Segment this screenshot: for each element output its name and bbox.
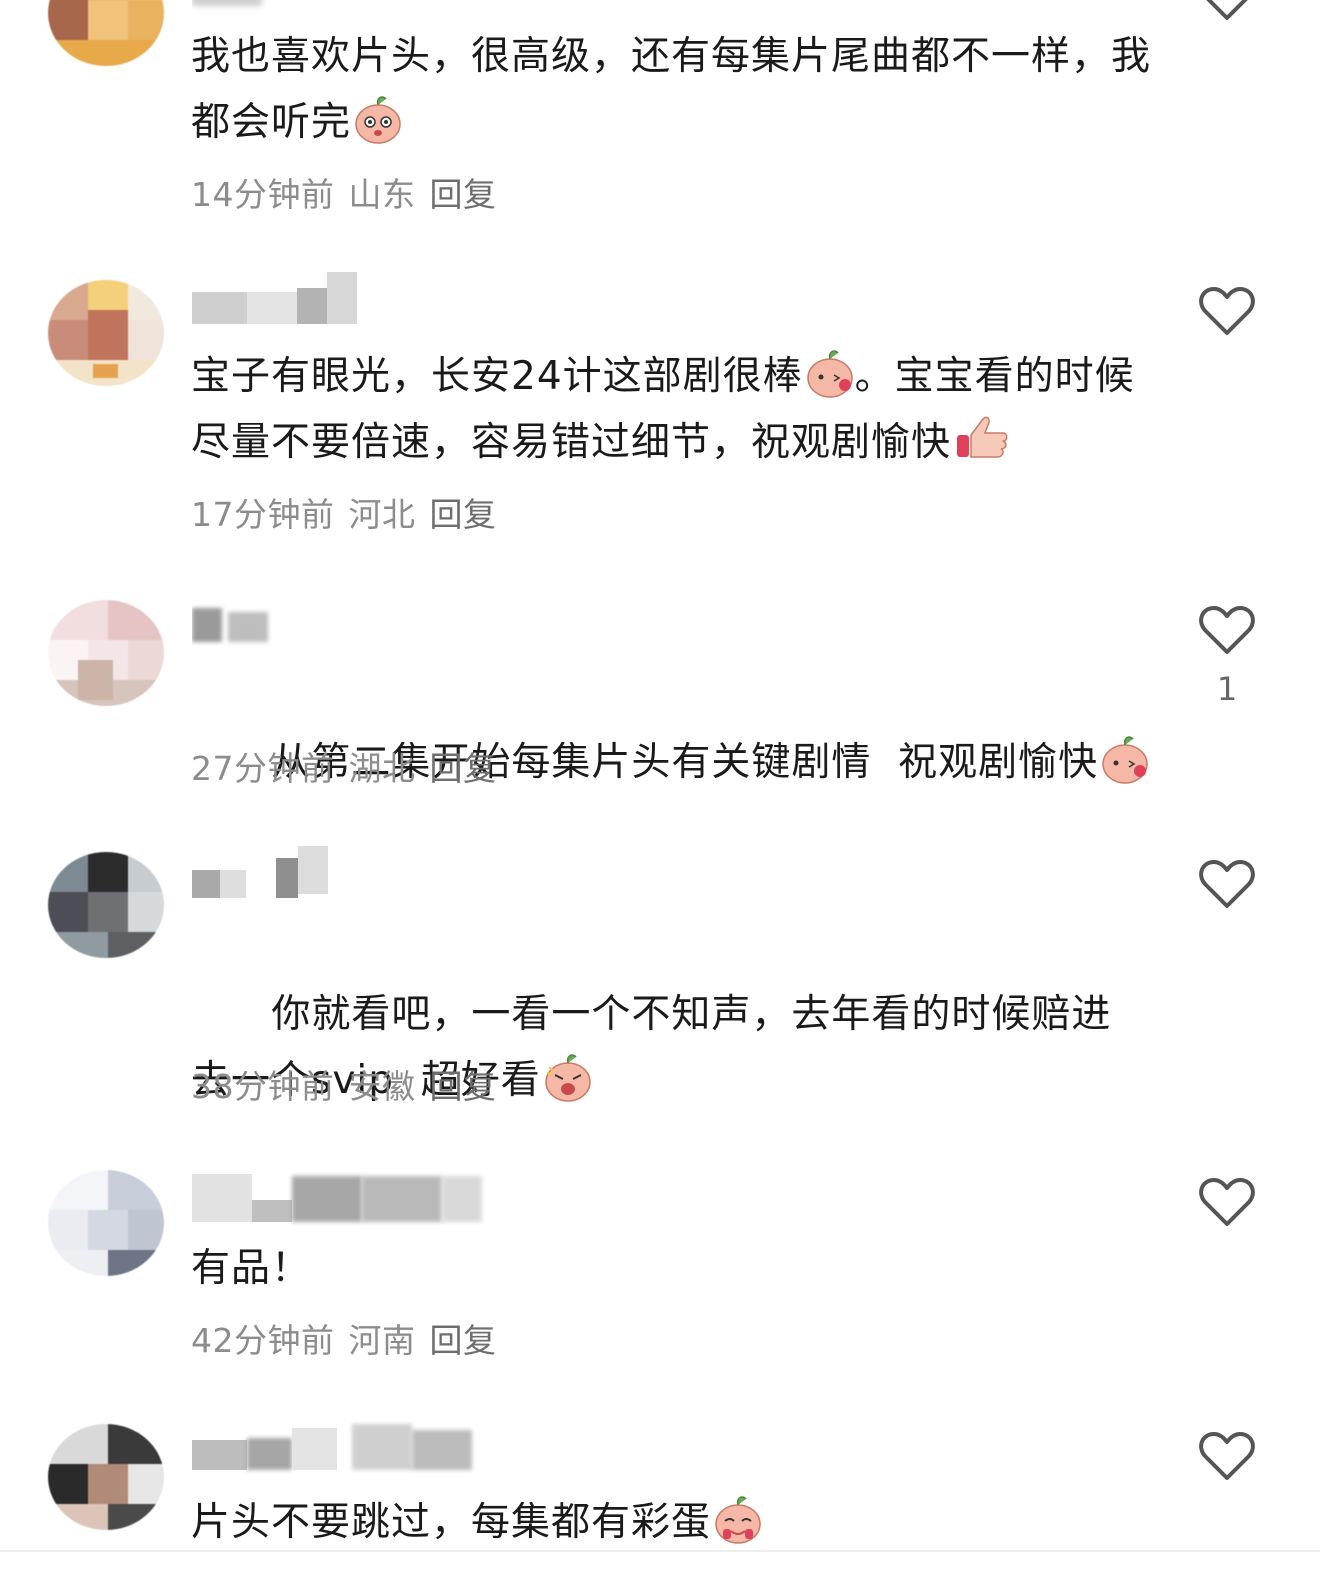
comment-location: 安徽 bbox=[348, 1067, 416, 1106]
like-heart-icon[interactable] bbox=[1198, 1430, 1256, 1482]
comment-meta: 27分钟前 湖北 回复 bbox=[191, 742, 511, 790]
peach-sticker-icon bbox=[543, 1049, 593, 1103]
avatar[interactable] bbox=[48, 0, 164, 66]
avatar[interactable] bbox=[48, 1424, 164, 1530]
peach-sticker-icon bbox=[1100, 731, 1150, 785]
thumbs-up-icon bbox=[953, 411, 1011, 465]
avatar[interactable] bbox=[48, 852, 164, 958]
peach-sticker-icon bbox=[353, 91, 403, 145]
comment-time: 17分钟前 bbox=[191, 495, 335, 534]
username-blurred[interactable] bbox=[192, 598, 282, 654]
reply-button[interactable]: 回复 bbox=[430, 749, 497, 788]
comment-meta: 42分钟前 河南 回复 bbox=[191, 1314, 511, 1362]
avatar[interactable] bbox=[48, 280, 164, 386]
comment-time: 42分钟前 bbox=[191, 1321, 335, 1360]
reply-button[interactable]: 回复 bbox=[430, 175, 497, 214]
avatar[interactable] bbox=[48, 600, 164, 706]
like-heart-icon[interactable] bbox=[1198, 604, 1256, 656]
comment-text: 你就看吧，一看一个不知声，去年看的时候赔进去一个svip 超好看 bbox=[191, 992, 1112, 1103]
avatar[interactable] bbox=[48, 1170, 164, 1276]
comment-location: 山东 bbox=[348, 175, 416, 214]
reply-button[interactable]: 回复 bbox=[430, 1321, 497, 1360]
username-blurred[interactable] bbox=[192, 1418, 492, 1474]
comment-location: 河北 bbox=[348, 495, 416, 534]
comment-time: 27分钟前 bbox=[191, 749, 335, 788]
comment-meta: 38分钟前 安徽 回复 bbox=[191, 1060, 511, 1108]
username-blurred[interactable] bbox=[192, 272, 362, 328]
username-blurred[interactable] bbox=[192, 1170, 492, 1226]
like-heart-icon[interactable] bbox=[1198, 0, 1256, 22]
like-heart-icon[interactable] bbox=[1198, 1176, 1256, 1228]
comment-time: 38分钟前 bbox=[191, 1067, 335, 1106]
comment-meta: 17分钟前 河北 回复 bbox=[191, 488, 511, 536]
username-blurred[interactable] bbox=[192, 846, 332, 902]
reply-button[interactable]: 回复 bbox=[430, 1067, 497, 1106]
comment-text: 片头不要跳过，每集都有彩蛋 bbox=[191, 1490, 1151, 1556]
comment-text: 有品！ bbox=[191, 1246, 312, 1291]
peach-sticker-icon bbox=[713, 1491, 763, 1545]
divider bbox=[0, 1550, 1320, 1552]
reply-button[interactable]: 回复 bbox=[430, 495, 497, 534]
comment-text: 宝子有眼光，长安24计这部剧很棒 。宝宝看的时候尽量不要倍速，容易错过细节，祝观剧… bbox=[191, 344, 1151, 476]
comment-meta: 14分钟前 山东 回复 bbox=[191, 168, 511, 216]
comment-text: 我也喜欢片头，很高级，还有每集片尾曲都不一样，我都会听完 bbox=[191, 34, 1152, 145]
like-heart-icon[interactable] bbox=[1198, 858, 1256, 910]
comment-time: 14分钟前 bbox=[191, 175, 335, 214]
like-count: 1 bbox=[1216, 670, 1238, 708]
comment-list: 我也喜欢片头，很高级，还有每集片尾曲都不一样，我都会听完 14分钟前山东回复 bbox=[0, 0, 1320, 1587]
peach-sticker-icon bbox=[805, 345, 855, 399]
comment-location: 湖北 bbox=[348, 749, 416, 788]
like-heart-icon[interactable] bbox=[1198, 285, 1256, 337]
comment-location: 河南 bbox=[348, 1321, 416, 1360]
